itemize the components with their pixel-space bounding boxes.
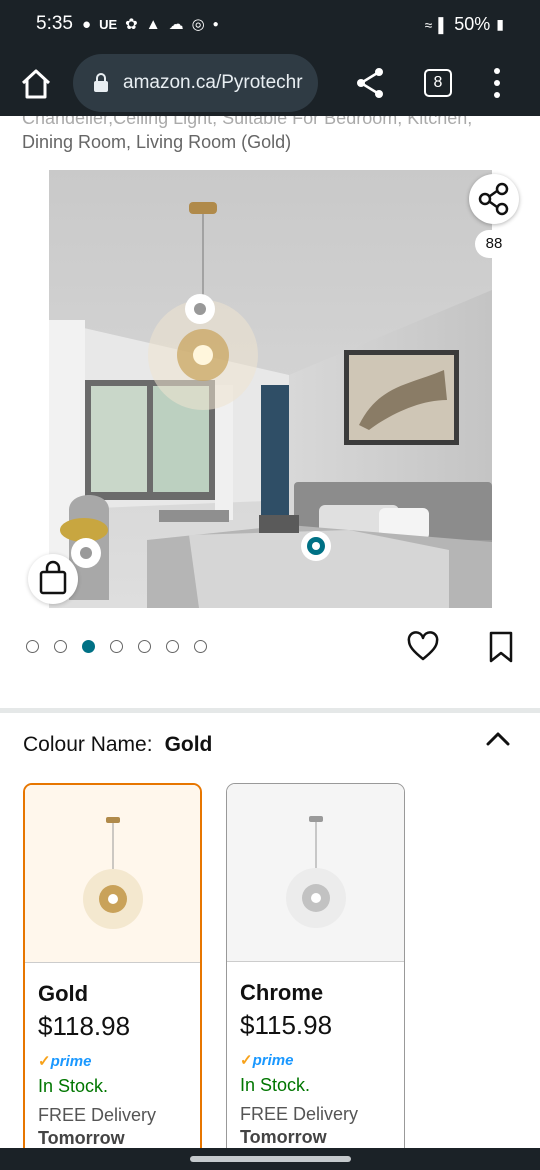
- chandelier-image: [82, 816, 143, 929]
- run-icon: ✿: [125, 16, 138, 33]
- status-time: 5:35: [36, 13, 73, 34]
- home-icon[interactable]: [18, 66, 54, 102]
- browser-toolbar: amazon.ca/Pyrotechr 8: [0, 52, 540, 116]
- pagination-dot[interactable]: [26, 640, 39, 653]
- wifi-icon: ≈: [424, 16, 433, 33]
- prime-badge: ✓prime: [38, 1052, 200, 1070]
- delivery-day: Tomorrow: [38, 1128, 125, 1148]
- pagination-dot[interactable]: [138, 640, 151, 653]
- shopping-bag-icon: [39, 560, 67, 595]
- chandelier-image: [285, 815, 346, 928]
- image-pagination: [26, 640, 207, 653]
- product-title-line2: Dining Room, Living Room (Gold): [22, 132, 292, 152]
- product-title: Chandelier,Ceiling Light, Suitable For B…: [22, 116, 532, 154]
- stock-status: In Stock.: [240, 1075, 311, 1095]
- sync-icon: ◎: [191, 16, 205, 33]
- variant-price: $118.98: [38, 1011, 131, 1041]
- colour-name-row: Colour Name: Gold: [23, 733, 212, 757]
- variant-name: Gold: [38, 981, 89, 1006]
- share-count-badge: 88: [475, 230, 513, 258]
- share-icon[interactable]: [354, 66, 386, 100]
- status-bar: 5:35 ● UE ✿ ▲ ☁ ◎ ● ≈ ▌ 50% ▮: [0, 0, 540, 52]
- tab-switcher-button[interactable]: 8: [424, 69, 452, 97]
- prime-check-icon: ✓: [240, 1052, 253, 1069]
- variant-name: Chrome: [240, 980, 324, 1005]
- prime-label: prime: [50, 1053, 92, 1070]
- battery-icon: ▮: [496, 16, 504, 32]
- more-dot-icon: ●: [212, 18, 219, 30]
- section-divider: [0, 708, 540, 713]
- more-menu-icon[interactable]: [489, 67, 505, 99]
- bookmark-icon[interactable]: [487, 630, 515, 664]
- delivery-info: FREE Delivery: [240, 1104, 359, 1124]
- variant-thumbnail: [25, 785, 200, 963]
- shop-bag-button[interactable]: [28, 554, 78, 604]
- product-image[interactable]: [49, 170, 492, 608]
- signal-icon: ▌: [438, 16, 449, 33]
- notification-icons: ● UE ✿ ▲ ☁ ◎ ●: [82, 15, 219, 34]
- pagination-dot[interactable]: [166, 640, 179, 653]
- variant-card-gold[interactable]: Gold $118.98 ✓prime In Stock. FREE Deliv…: [23, 783, 202, 1163]
- chevron-up-icon[interactable]: [484, 727, 512, 751]
- system-icons: ≈ ▌ 50% ▮: [425, 14, 504, 35]
- product-title-line1: Chandelier,Ceiling Light, Suitable For B…: [22, 116, 473, 128]
- share-icon: [478, 182, 509, 216]
- pagination-dot[interactable]: [194, 640, 207, 653]
- cloud-icon: ☁: [168, 16, 184, 33]
- stock-status: In Stock.: [38, 1076, 109, 1096]
- url-field[interactable]: amazon.ca/Pyrotechr: [73, 54, 318, 112]
- pagination-dot[interactable]: [54, 640, 67, 653]
- variant-thumbnail: [227, 784, 404, 962]
- pagination-dot[interactable]: [82, 640, 95, 653]
- prime-badge: ✓prime: [240, 1051, 404, 1069]
- heart-icon[interactable]: [406, 630, 440, 664]
- chat-icon: ●: [82, 15, 92, 33]
- home-gesture-handle[interactable]: [190, 1156, 351, 1162]
- image-share-button[interactable]: [469, 174, 519, 224]
- variant-card-chrome[interactable]: Chrome $115.98 ✓prime In Stock. FREE Del…: [226, 783, 405, 1163]
- pagination-dot[interactable]: [110, 640, 123, 653]
- battery-percent: 50%: [454, 14, 491, 34]
- colour-selected-value: Gold: [164, 733, 213, 756]
- variant-price: $115.98: [240, 1010, 333, 1040]
- bell-icon: ▲: [145, 15, 161, 33]
- delivery-info: FREE Delivery: [38, 1105, 157, 1125]
- colour-label: Colour Name:: [23, 733, 153, 756]
- status-left-text: UE: [99, 16, 118, 32]
- url-text: amazon.ca/Pyrotechr: [123, 72, 303, 93]
- prime-label: prime: [252, 1052, 294, 1069]
- prime-check-icon: ✓: [38, 1053, 51, 1070]
- lock-icon: [94, 73, 108, 92]
- delivery-day: Tomorrow: [240, 1127, 327, 1147]
